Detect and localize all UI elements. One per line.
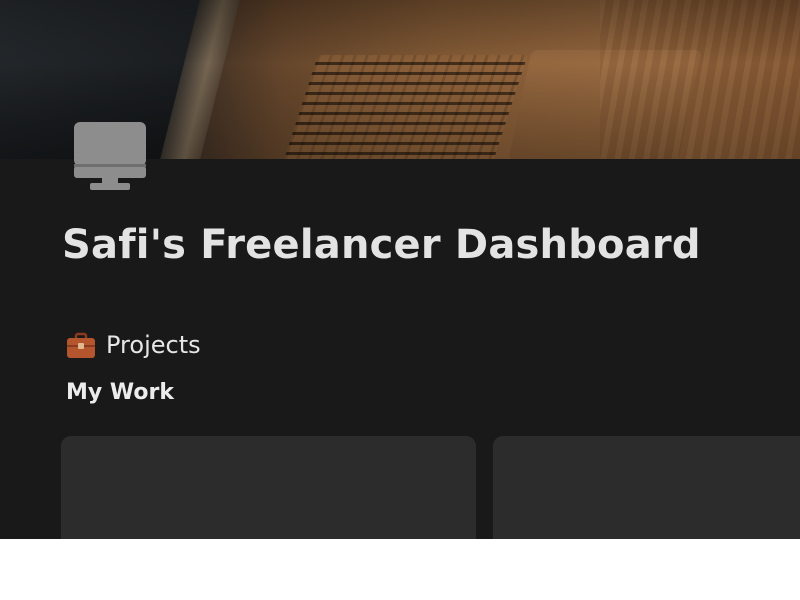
- briefcase-icon: [66, 330, 96, 360]
- page-title[interactable]: Safi's Freelancer Dashboard: [62, 222, 701, 268]
- project-card[interactable]: [61, 436, 476, 539]
- page-viewport: Safi's Freelancer Dashboard Projects My …: [0, 0, 800, 539]
- project-card[interactable]: [493, 436, 800, 539]
- view-label-my-work[interactable]: My Work: [66, 380, 174, 405]
- desktop-computer-icon[interactable]: [72, 120, 148, 192]
- projects-heading[interactable]: Projects: [66, 330, 201, 360]
- projects-heading-label: Projects: [106, 331, 201, 359]
